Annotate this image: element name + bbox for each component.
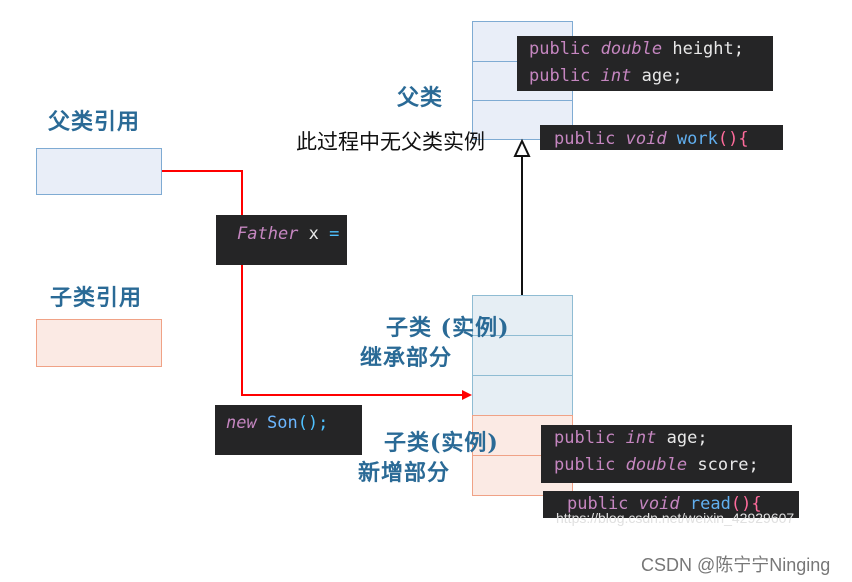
code-type: double [625,455,688,475]
son-fields-code: public int age; public double score; [541,425,792,483]
code-keyword: public [529,39,591,59]
code-keyword: public [554,455,616,475]
code-punct: ; [318,413,329,433]
code-identifier: age [666,428,698,448]
declaration-code: Father x = [216,215,347,265]
father-method-code: public void work(){ [540,125,783,150]
code-identifier: score [697,455,749,475]
code-type: int [625,428,657,448]
code-type: void [625,129,667,149]
code-punct: ; [733,39,745,59]
code-punct: ; [748,455,759,475]
code-class: Son [266,413,298,433]
code-line: public double height; [529,36,761,63]
code-identifier: age [641,66,673,86]
code-punct: ; [697,428,708,448]
code-identifier: x [308,224,319,244]
code-operator: = [329,224,340,244]
watermark-credit: CSDN @陈宁宁Ninging [641,555,831,575]
code-punct: ; [672,66,683,86]
code-brace: { [738,129,749,149]
code-function: work [676,129,718,149]
watermark-url: https://blog.csdn.net/weixin_42929607 [556,510,795,526]
inheritance-arrow-head [513,138,531,157]
code-type: int [600,66,632,86]
code-line: public int age; [554,425,779,452]
reference-arrow-line [162,170,464,396]
code-parens: () [717,129,739,149]
code-line: public double score; [554,452,779,479]
code-keyword: public [529,66,591,86]
code-keyword: public [554,129,616,149]
reference-arrow-head [462,390,472,400]
father-fields-code: public double height; public int age; [517,36,773,91]
code-type: Father [237,224,299,244]
code-line: public int age; [529,63,761,90]
code-identifier: height [672,39,734,59]
code-parens: () [297,413,319,433]
code-keyword: public [554,428,616,448]
instantiation-code: new Son(); [215,405,362,455]
code-type: double [600,39,663,59]
code-keyword: new [226,413,257,433]
